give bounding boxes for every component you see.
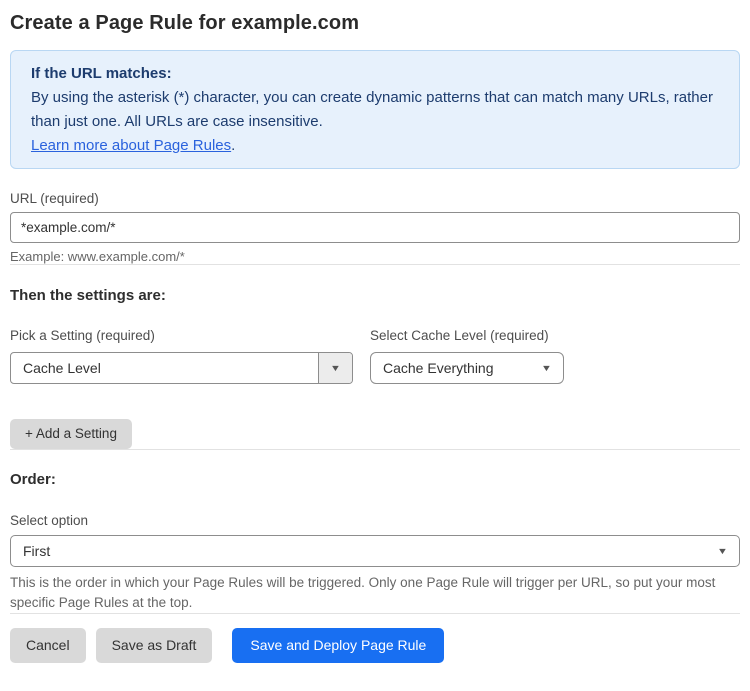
info-box-body: By using the asterisk (*) character, you…: [31, 89, 713, 130]
dropdown-arrow-button[interactable]: ▼: [318, 353, 352, 383]
info-box-link-line: Learn more about Page Rules.: [31, 134, 719, 158]
cache-level-picker-group: Select Cache Level (required) Cache Ever…: [370, 328, 564, 384]
url-example-helper: Example: www.example.com/*: [10, 249, 185, 264]
cache-level-value: Cache Everything: [383, 360, 494, 376]
setting-picker-value: Cache Level: [23, 360, 101, 376]
section-divider: [10, 264, 740, 265]
order-select-label: Select option: [10, 513, 89, 528]
chevron-down-icon: ▼: [540, 362, 552, 373]
order-dropdown[interactable]: First ▼: [10, 535, 740, 567]
section-divider: [10, 449, 740, 450]
page-title: Create a Page Rule for example.com: [10, 12, 360, 34]
footer-actions: Cancel Save as Draft Save and Deploy Pag…: [10, 628, 740, 663]
cache-level-dropdown[interactable]: Cache Everything ▼: [370, 352, 564, 384]
add-setting-button[interactable]: + Add a Setting: [10, 419, 132, 449]
cache-level-picker-label: Select Cache Level (required): [370, 328, 549, 343]
setting-picker-group: Pick a Setting (required) Cache Level ▼: [10, 328, 353, 384]
settings-pickers-row: Pick a Setting (required) Cache Level ▼ …: [10, 328, 740, 384]
url-field-label: URL (required): [10, 191, 99, 206]
order-section-heading: Order:: [10, 471, 56, 488]
link-period: .: [231, 137, 236, 154]
order-helper-text: This is the order in which your Page Rul…: [10, 575, 716, 610]
order-value: First: [23, 543, 51, 559]
save-as-draft-button[interactable]: Save as Draft: [95, 628, 213, 663]
cancel-button[interactable]: Cancel: [10, 628, 86, 663]
setting-picker-dropdown[interactable]: Cache Level ▼: [10, 352, 353, 384]
url-match-info-box: If the URL matches: By using the asteris…: [10, 50, 740, 169]
info-box-heading: If the URL matches:: [31, 65, 172, 82]
chevron-down-icon: ▼: [329, 362, 342, 373]
footer-divider: [10, 613, 740, 614]
url-input[interactable]: [10, 212, 740, 243]
chevron-down-icon: ▼: [716, 545, 728, 556]
settings-section-heading: Then the settings are:: [10, 287, 166, 304]
learn-more-link[interactable]: Learn more about Page Rules: [31, 137, 231, 154]
setting-picker-label: Pick a Setting (required): [10, 328, 155, 343]
save-and-deploy-button[interactable]: Save and Deploy Page Rule: [232, 628, 445, 663]
